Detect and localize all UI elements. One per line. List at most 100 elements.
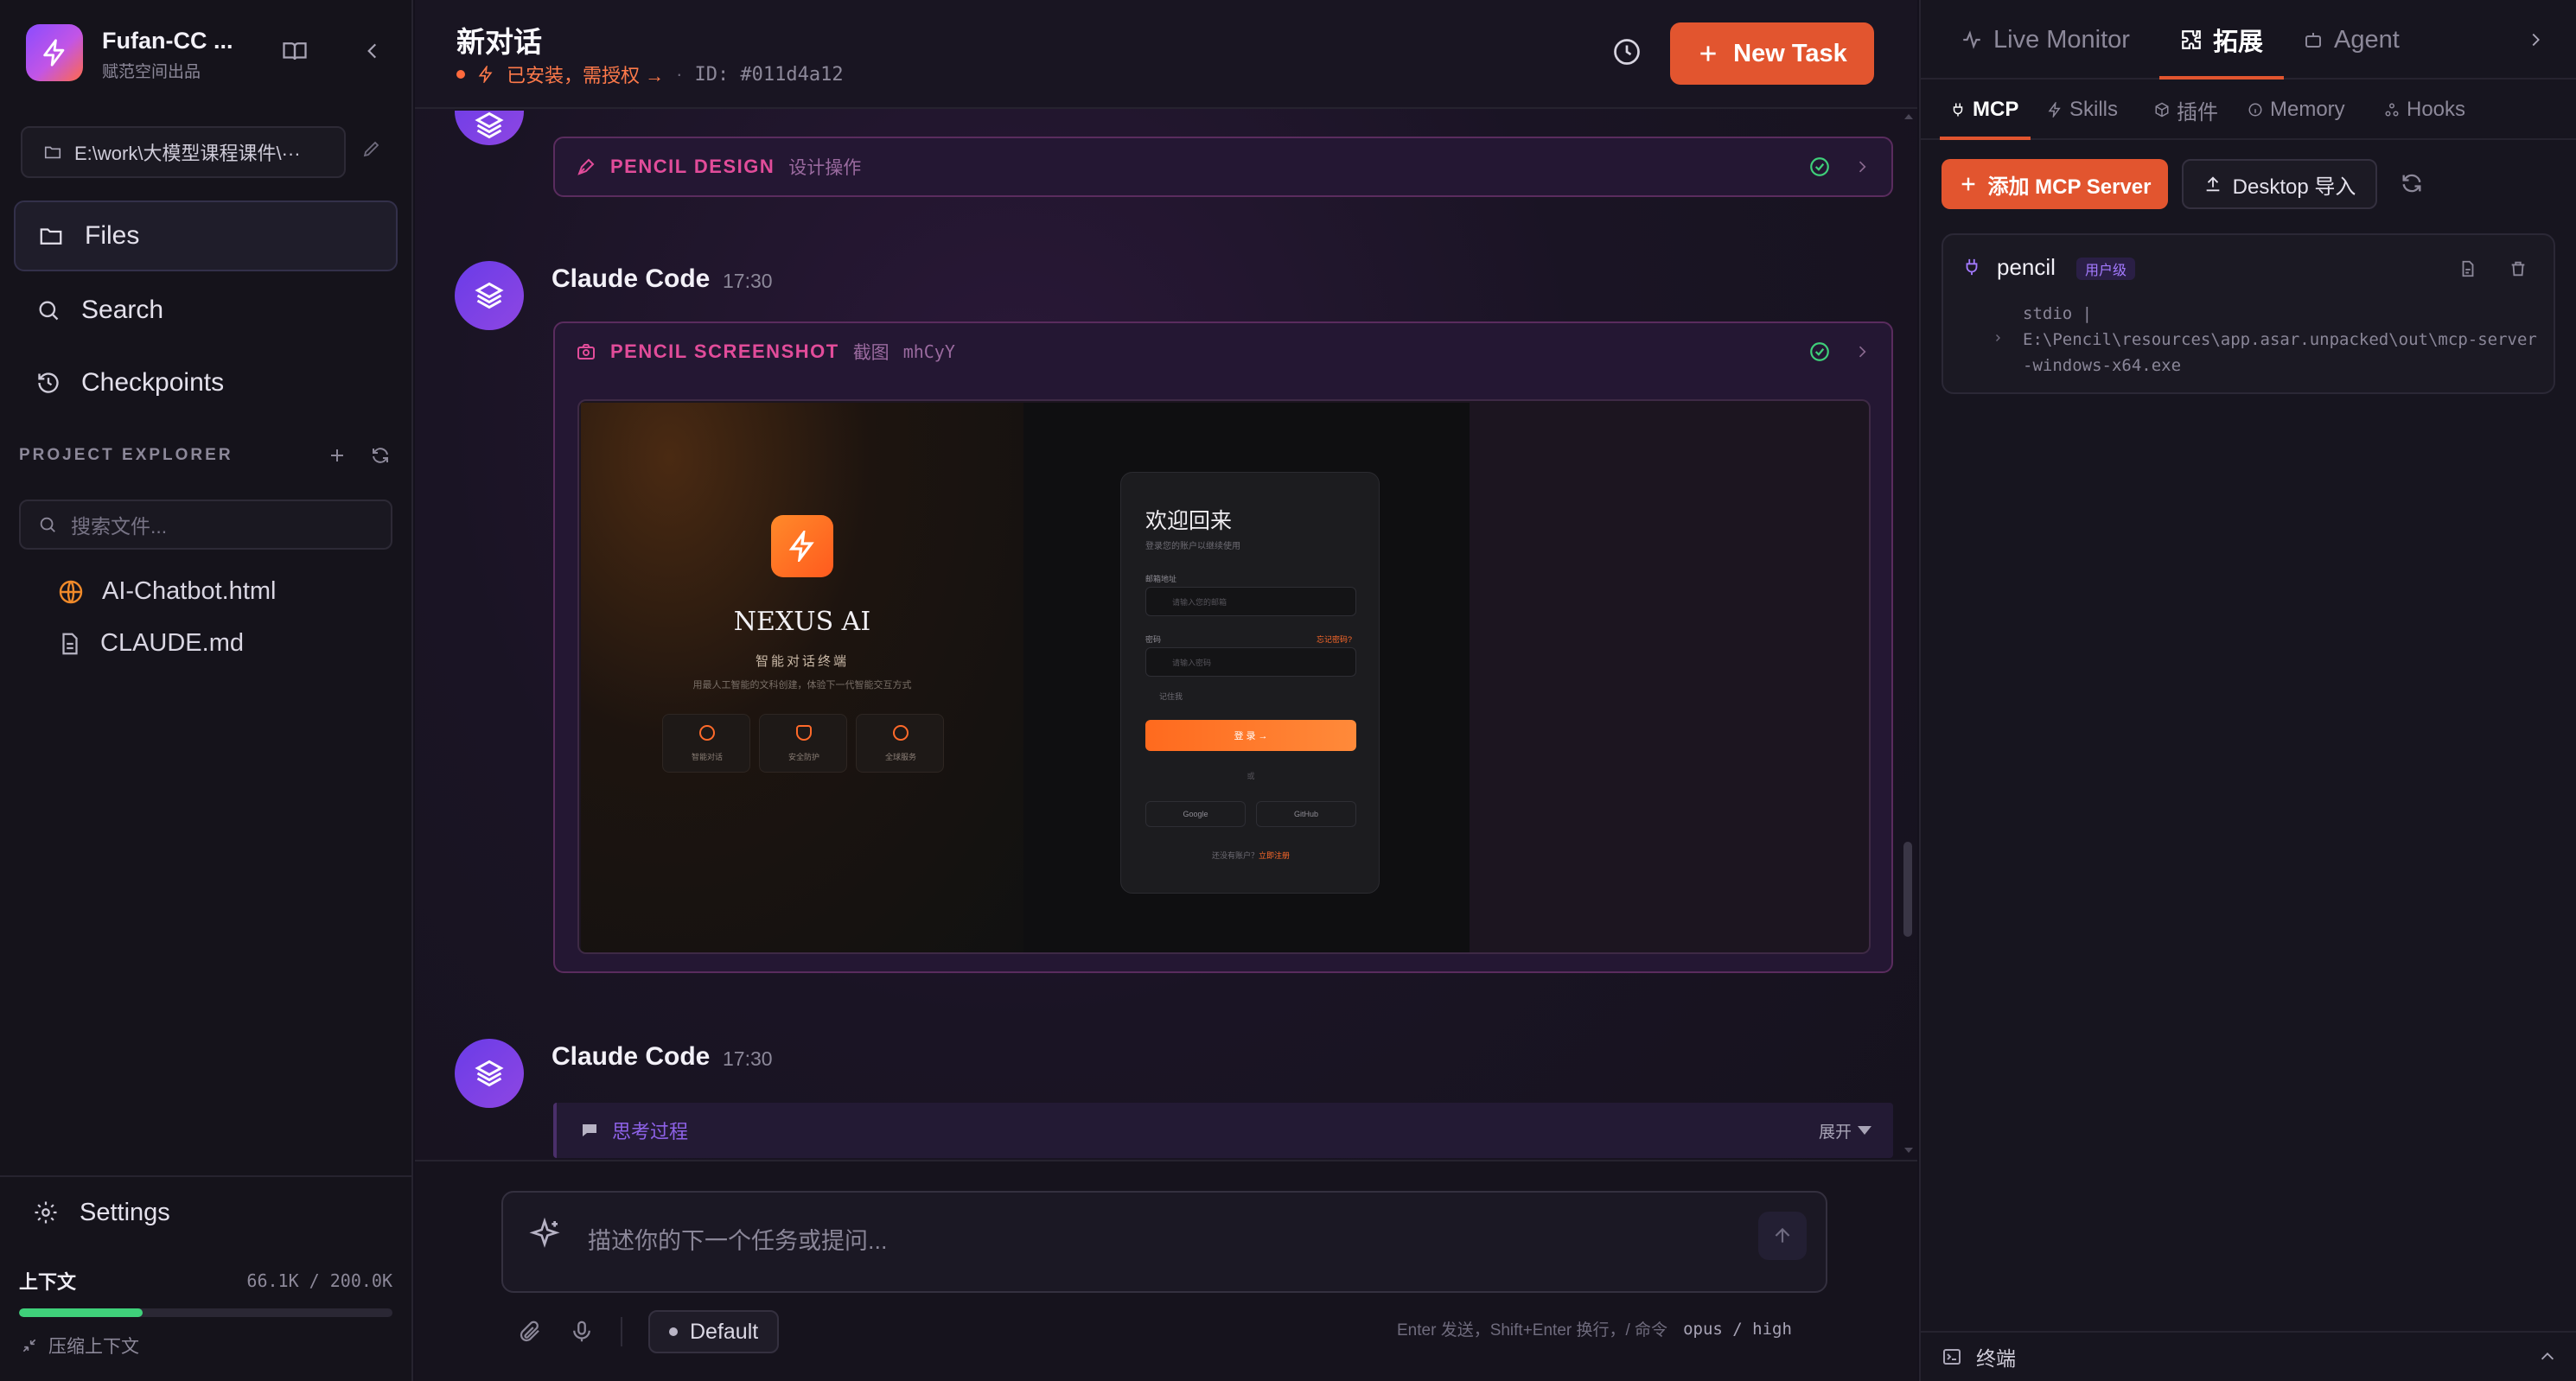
expand-button[interactable]: 展开 [1819, 1119, 1872, 1142]
composer-area: 描述你的下一个任务或提问... Default Enter 发送，Shift+E… [415, 1160, 1917, 1381]
subtab-label: Hooks [2407, 98, 2466, 121]
nav-search[interactable]: Search [14, 275, 398, 346]
tab-live-monitor[interactable]: Live Monitor [1961, 0, 2130, 80]
app-logo [26, 24, 83, 81]
preview-desc: 用最人工智能的文科创建，体验下一代智能交互方式 [692, 680, 912, 690]
chevron-right-icon[interactable] [1853, 158, 1871, 175]
password-label: 密码 [1145, 635, 1162, 644]
subtab-memory[interactable]: Memory [2248, 80, 2345, 140]
file-search-placeholder: 搜索文件... [71, 515, 168, 538]
info-icon [2248, 103, 2262, 117]
terminal-prompt-icon [1996, 334, 2000, 341]
trash-icon[interactable] [2509, 259, 2528, 278]
password-field: 请输入密码 [1145, 647, 1356, 677]
file-name: CLAUDE.md [100, 629, 244, 657]
keyboard-hint: Enter 发送，Shift+Enter 换行，/ 命令 [1397, 1321, 1668, 1340]
github-login: GitHub [1256, 801, 1356, 827]
file-item[interactable]: AI-Chatbot.html [57, 577, 276, 606]
pencil-screenshot-tool-card[interactable]: PENCIL SCREENSHOT 截图 mhCyY NEXUS AI 智能对话… [553, 321, 1893, 973]
subtab-skills[interactable]: Skills [2047, 80, 2118, 140]
microphone-icon[interactable] [569, 1319, 595, 1345]
folder-icon [44, 146, 61, 159]
settings-button[interactable]: Settings [0, 1175, 411, 1248]
send-button[interactable] [1758, 1212, 1807, 1260]
install-status[interactable]: 已安装，需授权 → [507, 60, 664, 88]
message-time: 17:30 [723, 270, 773, 292]
shield-icon [796, 725, 812, 741]
feature-label: 安全防护 [787, 753, 819, 761]
package-icon [2155, 102, 2169, 118]
login-submit: 登 录 → [1145, 720, 1356, 751]
subtab-mcp[interactable]: MCP [1939, 80, 2031, 140]
document-icon [62, 633, 78, 654]
chat-title: 新对话 [456, 26, 542, 58]
file-icon[interactable] [2458, 259, 2477, 278]
history-icon[interactable] [1611, 36, 1642, 72]
chevron-right-icon[interactable] [1853, 343, 1871, 360]
subtab-label: MCP [1973, 98, 2019, 121]
context-label: 上下文 [19, 1271, 77, 1293]
toolbar-divider [621, 1317, 622, 1346]
plug-icon [1966, 258, 1978, 276]
thinking-block[interactable]: 思考过程 展开 [553, 1103, 1893, 1158]
add-mcp-server-button[interactable]: 添加 MCP Server [1942, 159, 2168, 209]
collapse-sidebar-icon[interactable] [358, 36, 387, 66]
book-icon[interactable] [280, 36, 309, 66]
meta-separator: · [676, 63, 683, 85]
mode-label: Default [690, 1319, 759, 1344]
server-transport: stdio | [2023, 304, 2093, 323]
preview-login-panel: 欢迎回来 登录您的账户以继续使用 邮箱地址 请输入您的邮箱 密码 忘记密码? 请… [1023, 403, 1470, 952]
paperclip-icon[interactable] [517, 1319, 543, 1345]
tab-label: Agent [2334, 25, 2400, 54]
new-task-button[interactable]: New Task [1670, 22, 1874, 85]
compress-context-button[interactable]: 压缩上下文 [21, 1333, 139, 1359]
tab-extensions[interactable]: 拓展 [2158, 0, 2285, 80]
globe-icon [59, 580, 83, 603]
file-item[interactable]: CLAUDE.md [57, 629, 244, 658]
refresh-icon[interactable] [2400, 171, 2424, 200]
add-file-icon[interactable] [327, 445, 348, 466]
app-subtitle: 赋范空间出品 [102, 63, 201, 81]
desktop-import-button[interactable]: Desktop 导入 [2182, 159, 2377, 209]
preview-brand: NEXUS AI [733, 607, 871, 637]
terminal-toggle[interactable]: 终端 [1921, 1331, 2576, 1381]
desktop-import-label: Desktop 导入 [2232, 175, 2356, 199]
email-field: 请输入您的邮箱 [1145, 587, 1356, 616]
email-placeholder: 请输入您的邮箱 [1172, 598, 1227, 607]
preview-feature: 全球服务 [856, 714, 944, 773]
pencil-design-tool-card[interactable]: PENCIL DESIGN 设计操作 [553, 137, 1893, 197]
chat-id: ID: #011d4a12 [694, 63, 844, 86]
refresh-icon[interactable] [370, 445, 391, 466]
minimize-icon [22, 1339, 36, 1352]
workspace-path[interactable]: E:\work\大模型课程课件\··· [21, 126, 346, 178]
check-circle-icon [1810, 342, 1829, 361]
chat-scroll-thumb[interactable] [1903, 842, 1912, 937]
chat-scrollbar[interactable] [1902, 109, 1916, 1158]
file-search-input[interactable]: 搜索文件... [19, 500, 392, 550]
subtab-hooks[interactable]: Hooks [2384, 80, 2465, 140]
app-header: Fufan-CC ... 赋范空间出品 [26, 24, 389, 81]
folder-icon [40, 228, 62, 245]
nav-checkpoints[interactable]: Checkpoints [14, 347, 398, 418]
nav-files[interactable]: Files [14, 200, 398, 271]
assistant-avatar [455, 261, 524, 330]
feature-label: 智能对话 [691, 753, 723, 761]
edit-path-icon[interactable] [361, 138, 382, 163]
screenshot-preview[interactable]: NEXUS AI 智能对话终端 用最人工智能的文科创建，体验下一代智能交互方式 … [577, 399, 1871, 954]
panel-chevron-right-icon[interactable] [2526, 0, 2545, 80]
subtab-plugins[interactable]: 插件 [2154, 80, 2218, 140]
preview-brand-panel: NEXUS AI 智能对话终端 用最人工智能的文科创建，体验下一代智能交互方式 … [581, 403, 1023, 952]
model-indicator[interactable]: opus / high [1683, 1320, 1792, 1339]
subtab-label: Memory [2270, 98, 2345, 121]
preview-logo [771, 515, 833, 577]
compress-label: 压缩上下文 [48, 1337, 139, 1357]
mcp-server-card[interactable]: pencil 用户级 stdio | E:\Pencil\resources\a… [1942, 233, 2555, 394]
message-author: Claude Code [552, 264, 711, 293]
nav-checkpoints-label: Checkpoints [81, 368, 225, 397]
tab-agent[interactable]: Agent [2303, 0, 2400, 80]
prompt-input[interactable]: 描述你的下一个任务或提问... [501, 1191, 1827, 1293]
message-time: 17:30 [723, 1047, 773, 1070]
chat-main: 新对话 已安装，需授权 → · ID: #011d4a12 New Task P… [415, 0, 1917, 1381]
workspace-path-text: E:\work\大模型课程课件\··· [74, 143, 301, 164]
mode-selector[interactable]: Default [648, 1310, 780, 1353]
